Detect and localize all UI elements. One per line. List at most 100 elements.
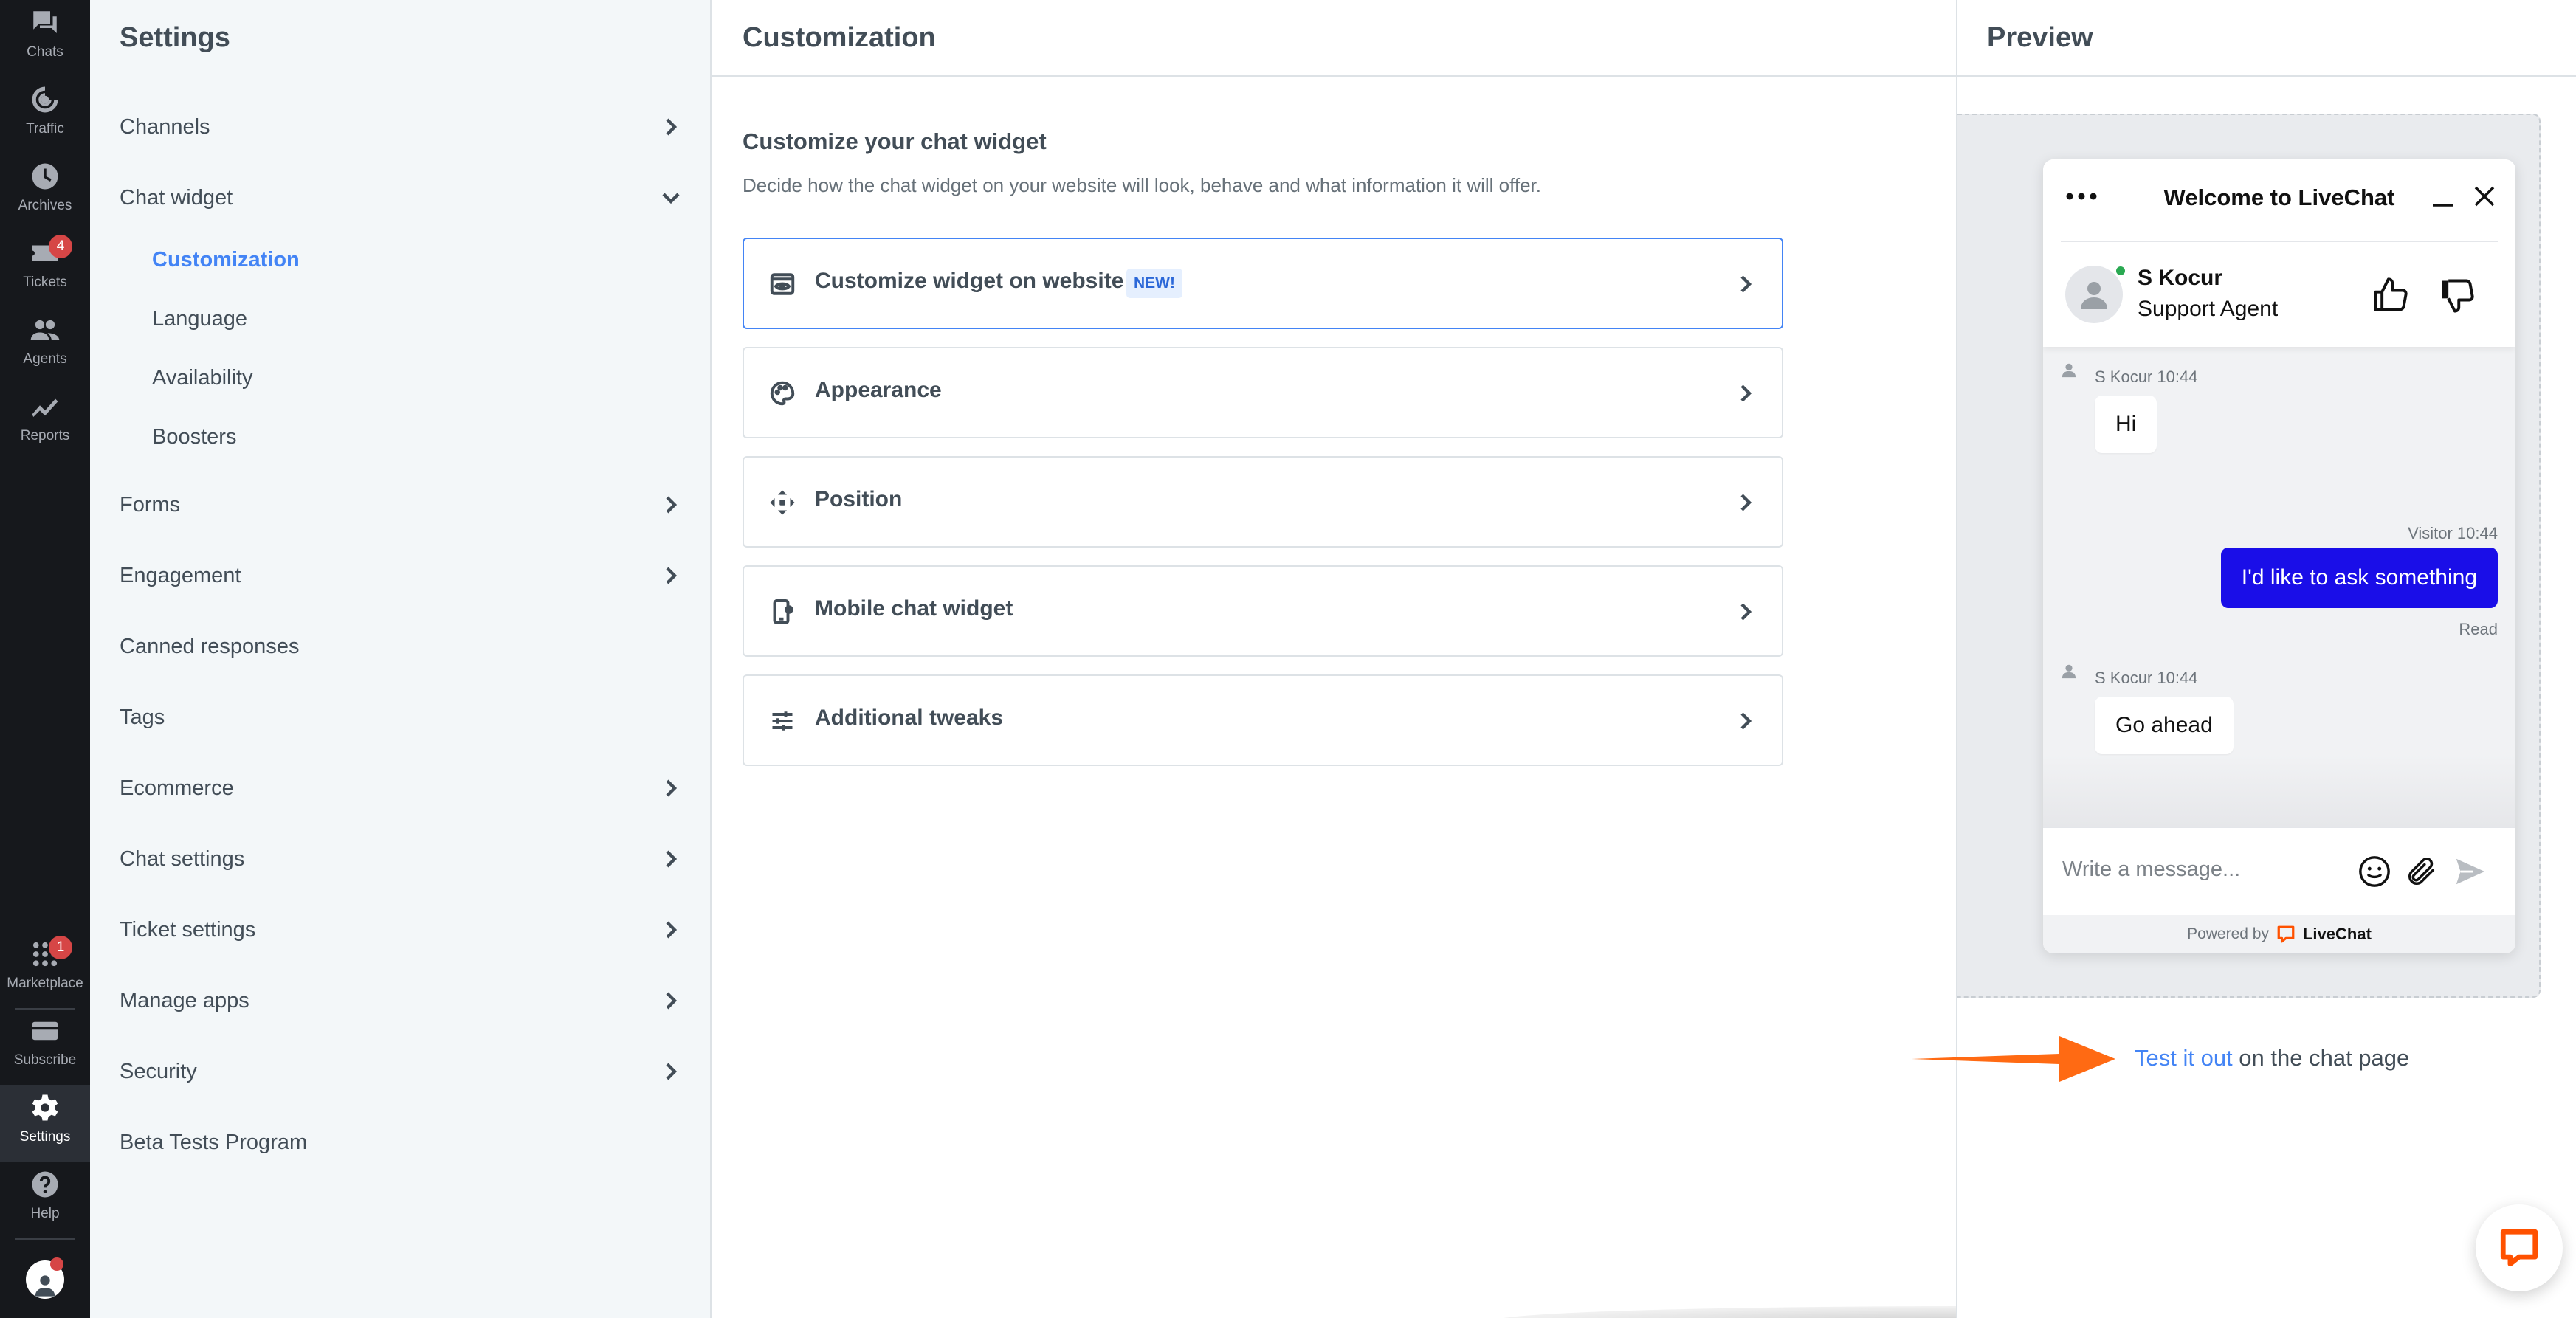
- rail-item-agents[interactable]: Agents: [0, 307, 90, 384]
- agent-role: Support Agent: [2138, 297, 2279, 321]
- agent-avatar: [2065, 266, 2123, 323]
- message-list: S Kocur 10:44 Hi Visitor 10:44 I'd like …: [2043, 347, 2515, 827]
- rail-item-archives[interactable]: Archives: [0, 153, 90, 230]
- help-icon: [32, 1171, 58, 1198]
- section-heading: Customize your chat widget: [743, 128, 1047, 154]
- message-meta: S Kocur 10:44: [2095, 669, 2198, 687]
- agent-small-icon: [2062, 363, 2076, 378]
- nav-item-label: Beta Tests Program: [120, 1130, 308, 1154]
- tickets-badge: 4: [49, 235, 72, 258]
- nav-item-canned-responses[interactable]: Canned responses: [120, 624, 682, 669]
- widget-header: Welcome to LiveChat S Kocur Support Agen…: [2043, 159, 2515, 347]
- traffic-icon: [32, 86, 58, 113]
- option-mobile-chat-widget[interactable]: Mobile chat widget: [743, 565, 1783, 657]
- rail-item-subscribe[interactable]: Subscribe: [0, 1008, 90, 1085]
- minimize-icon[interactable]: [2428, 183, 2458, 213]
- person-icon: [35, 1275, 55, 1297]
- test-it-out-link[interactable]: Test it out: [2135, 1045, 2233, 1071]
- nav-item-label: Security: [120, 1059, 197, 1083]
- powered-by-text: Powered by: [2187, 925, 2269, 942]
- chevron-right-icon: [666, 567, 678, 584]
- nav-subitem-label: Customization: [152, 247, 300, 272]
- rail-item-traffic[interactable]: Traffic: [0, 77, 90, 153]
- section-description: Decide how the chat widget on your websi…: [743, 174, 1541, 196]
- nav-item-label: Ecommerce: [120, 776, 234, 800]
- rail-label: Tickets: [23, 275, 67, 290]
- preview-panel: Preview Welcome to LiveChat S Kocur Supp…: [1912, 0, 2576, 1318]
- test-it-out-row: Test it out on the chat page: [2135, 1045, 2409, 1072]
- nav-item-tags[interactable]: Tags: [120, 695, 682, 739]
- rail-label: Help: [30, 1206, 60, 1221]
- chats-icon: [33, 11, 57, 33]
- chevron-right-icon: [666, 779, 678, 797]
- nav-item-ecommerce[interactable]: Ecommerce: [120, 766, 682, 810]
- nav-item-security[interactable]: Security: [120, 1049, 682, 1094]
- nav-item-manage-apps[interactable]: Manage apps: [120, 979, 682, 1023]
- settings-sidebar: Settings Channels Chat widget Customizat…: [90, 0, 712, 1318]
- livechat-brand: LiveChat: [2302, 925, 2372, 943]
- message-input[interactable]: Write a message...: [2062, 858, 2240, 882]
- rail-item-settings[interactable]: Settings: [0, 1085, 90, 1162]
- nav-subitem-label: Boosters: [152, 424, 237, 449]
- nav-item-engagement[interactable]: Engagement: [120, 553, 682, 598]
- send-icon[interactable]: [2452, 855, 2489, 889]
- option-label: Mobile chat widget: [815, 596, 1013, 621]
- thumbs-up-icon[interactable]: [2371, 276, 2409, 314]
- pointer-arrow-icon: [1912, 1036, 2115, 1082]
- option-appearance[interactable]: Appearance: [743, 347, 1783, 438]
- agent-small-icon: [2062, 664, 2076, 679]
- option-label: Customize widget on website: [815, 269, 1124, 293]
- option-additional-tweaks[interactable]: Additional tweaks: [743, 674, 1783, 766]
- agents-icon: [30, 320, 60, 340]
- widget-header-divider: [2061, 241, 2498, 242]
- nav-subitem-boosters[interactable]: Boosters: [152, 418, 236, 456]
- option-customize-widget-on-website[interactable]: Customize widget on website NEW!: [743, 238, 1783, 329]
- rail-item-reports[interactable]: Reports: [0, 384, 90, 460]
- nav-subitem-customization[interactable]: Customization: [152, 241, 300, 279]
- nav-item-label: Ticket settings: [120, 917, 256, 942]
- chat-widget-preview: Welcome to LiveChat S Kocur Support Agen…: [2043, 159, 2515, 953]
- nav-item-chat-settings[interactable]: Chat settings: [120, 837, 682, 881]
- thumbs-down-icon[interactable]: [2437, 276, 2476, 314]
- nav-item-beta-tests-program[interactable]: Beta Tests Program: [120, 1120, 682, 1165]
- nav-subitem-label: Language: [152, 306, 248, 331]
- nav-item-label: Forms: [120, 492, 181, 517]
- chevron-down-icon: [662, 193, 680, 204]
- chevron-right-icon: [1735, 382, 1757, 404]
- rail-item-chats[interactable]: Chats: [0, 0, 90, 77]
- reports-icon: [32, 398, 58, 417]
- nav-item-label: Chat settings: [120, 846, 245, 871]
- emoji-icon[interactable]: [2358, 855, 2391, 889]
- nav-subitem-availability[interactable]: Availability: [152, 359, 252, 397]
- preview-canvas: Welcome to LiveChat S Kocur Support Agen…: [1957, 114, 2541, 998]
- nav-item-label: Tags: [120, 705, 165, 729]
- new-badge: NEW!: [1126, 269, 1182, 298]
- option-position[interactable]: Position: [743, 456, 1783, 548]
- subscribe-icon: [32, 1021, 58, 1041]
- attachment-icon[interactable]: [2405, 855, 2439, 889]
- nav-item-ticket-settings[interactable]: Ticket settings: [120, 908, 682, 952]
- nav-item-channels[interactable]: Channels: [120, 105, 682, 149]
- nav-subitem-language[interactable]: Language: [152, 300, 247, 338]
- chat-bubble-icon: [2500, 1229, 2538, 1267]
- message-meta: Visitor 10:44: [2408, 524, 2498, 542]
- option-label: Position: [815, 487, 903, 511]
- nav-item-label: Engagement: [120, 563, 241, 587]
- chevron-right-icon: [666, 496, 678, 514]
- chat-launcher-button[interactable]: [2476, 1204, 2563, 1291]
- rail-label: Reports: [20, 428, 70, 444]
- close-icon[interactable]: [2470, 182, 2499, 211]
- move-arrows-icon: [769, 489, 796, 516]
- rail-label: Traffic: [26, 121, 64, 137]
- rail-label: Settings: [19, 1129, 71, 1145]
- rail-item-help[interactable]: Help: [0, 1162, 90, 1238]
- nav-item-chat-widget[interactable]: Chat widget: [120, 176, 682, 220]
- chevron-right-icon: [1735, 710, 1757, 732]
- nav-item-forms[interactable]: Forms: [120, 483, 682, 527]
- archives-icon: [32, 163, 58, 190]
- palette-icon: [769, 380, 796, 407]
- rail-item-marketplace[interactable]: Marketplace 1: [0, 931, 90, 1008]
- rail-item-tickets[interactable]: Tickets 4: [0, 230, 90, 307]
- chevron-right-icon: [666, 921, 678, 939]
- rail-label: Subscribe: [13, 1052, 77, 1068]
